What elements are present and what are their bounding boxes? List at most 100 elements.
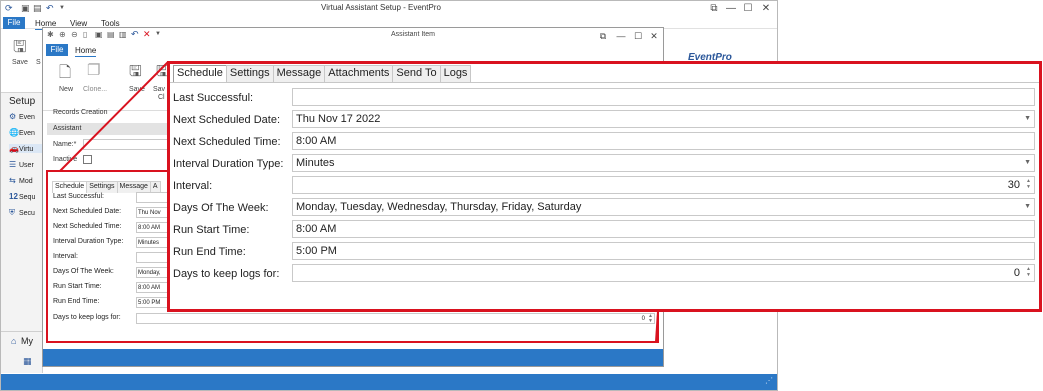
interval-label: Interval: bbox=[173, 180, 213, 192]
save-quick-icon[interactable]: ▣ bbox=[95, 30, 103, 39]
inactive-checkbox[interactable] bbox=[83, 155, 92, 164]
save-icon[interactable]: 🖫 bbox=[129, 61, 142, 86]
name-label: Name:* bbox=[53, 141, 77, 148]
save-all-quick-icon[interactable]: ▤ bbox=[33, 3, 42, 14]
mini-label-next-time: Next Scheduled Time: bbox=[53, 223, 122, 230]
sidebar-item-event-2[interactable]: 🌐Even bbox=[9, 128, 43, 137]
window-title: Virtual Assistant Setup - EventPro bbox=[321, 3, 441, 12]
sidebar-item-label: Sequ bbox=[19, 194, 36, 201]
resize-grip-icon[interactable]: ⋰ bbox=[765, 376, 773, 385]
tab-attachments[interactable]: Attachments bbox=[324, 65, 394, 82]
save-close-button-line2[interactable]: Cl bbox=[158, 94, 165, 101]
save-all-quick-icon[interactable]: ▤ bbox=[107, 30, 115, 39]
tab-logs[interactable]: Logs bbox=[439, 65, 472, 82]
down-icon[interactable]: ⊖ bbox=[71, 30, 78, 39]
home-icon: ⌂ bbox=[11, 336, 17, 346]
undo-icon[interactable]: ↶ bbox=[131, 29, 139, 40]
interval-duration-type-value: Minutes bbox=[296, 157, 335, 169]
minimize-button[interactable]: — bbox=[724, 2, 738, 16]
name-input[interactable] bbox=[83, 139, 173, 150]
close-button[interactable]: ✕ bbox=[759, 2, 773, 16]
run-start-time-field[interactable]: 8:00 AM bbox=[292, 220, 1035, 238]
chevron-down-icon[interactable]: ▼ bbox=[1024, 155, 1031, 171]
close-button[interactable]: ✕ bbox=[647, 29, 661, 43]
interval-duration-type-label: Interval Duration Type: bbox=[173, 158, 284, 170]
chevron-down-icon[interactable]: ▼ bbox=[1024, 199, 1031, 215]
next-scheduled-date-value: Thu Nov 17 2022 bbox=[296, 113, 381, 125]
save-button[interactable]: Save bbox=[129, 86, 145, 93]
restore-icon[interactable]: ⧉ bbox=[596, 29, 610, 43]
next-scheduled-date-field[interactable]: Thu Nov 17 2022 ▼ bbox=[292, 110, 1035, 128]
screenshot-stage: ⟳ ▣ ▤ ↶ ▼ Virtual Assistant Setup - Even… bbox=[0, 0, 1043, 391]
sidebar-item-sequence[interactable]: 12Sequ bbox=[9, 192, 43, 201]
interval-duration-type-select[interactable]: Minutes ▼ bbox=[292, 154, 1035, 172]
sidebar-item-event[interactable]: ⚙ Even bbox=[9, 112, 43, 121]
save-close-button[interactable]: Sav bbox=[153, 86, 165, 93]
mini-field-keep-logs[interactable]: 0 ▲ ▼ bbox=[136, 313, 655, 324]
days-to-keep-logs-label: Days to keep logs for: bbox=[173, 268, 280, 280]
close-icon[interactable]: ✕ bbox=[143, 29, 151, 40]
interval-value: 30 bbox=[1007, 179, 1020, 191]
chevron-down-icon[interactable]: ▼ bbox=[155, 31, 161, 37]
chevron-down-icon[interactable]: ▼ bbox=[59, 3, 65, 14]
sidebar-item-label: Even bbox=[19, 130, 35, 137]
spin-icon[interactable]: ▲ ▼ bbox=[648, 314, 653, 324]
days-of-week-select[interactable]: Monday, Tuesday, Wednesday, Thursday, Fr… bbox=[292, 198, 1035, 216]
document-icon[interactable]: ▯ bbox=[83, 30, 87, 39]
mini-tab-schedule[interactable]: Schedule bbox=[52, 181, 88, 193]
spin-icon[interactable]: ▲ ▼ bbox=[1026, 266, 1031, 278]
save-button-label[interactable]: Save bbox=[12, 59, 28, 66]
interval-stepper[interactable]: 30 ▲ ▼ bbox=[292, 176, 1035, 194]
last-successful-field[interactable] bbox=[292, 88, 1035, 106]
sidebar-item-label: Secu bbox=[19, 210, 35, 217]
run-start-time-label: Run Start Time: bbox=[173, 224, 250, 236]
calendar-icon[interactable]: ▦ bbox=[23, 356, 32, 367]
inner-menubar: File Home bbox=[43, 44, 663, 57]
inactive-label: Inactive bbox=[53, 156, 78, 163]
maximize-button[interactable]: ☐ bbox=[631, 29, 645, 43]
tab-settings[interactable]: Settings bbox=[225, 65, 274, 82]
inner-window-title: Assistant Item bbox=[391, 31, 435, 38]
run-end-time-field[interactable]: 5:00 PM bbox=[292, 242, 1035, 260]
save-close-quick-icon[interactable]: ▥ bbox=[119, 30, 127, 39]
sidebar-item-security[interactable]: ⛨ Secu bbox=[9, 208, 43, 218]
chevron-down-icon[interactable]: ▼ bbox=[1024, 111, 1031, 127]
days-of-week-value: Monday, Tuesday, Wednesday, Thursday, Fr… bbox=[296, 201, 582, 213]
save-close-button-label[interactable]: S bbox=[36, 59, 41, 66]
save-quick-icon[interactable]: ▣ bbox=[21, 3, 30, 14]
sidebar-item-virtual[interactable]: 🚗Virtu bbox=[9, 144, 43, 153]
up-icon[interactable]: ⊕ bbox=[59, 30, 66, 39]
days-to-keep-logs-value: 0 bbox=[1013, 267, 1020, 279]
tab-message[interactable]: Message bbox=[272, 65, 326, 82]
next-scheduled-time-label: Next Scheduled Time: bbox=[173, 136, 281, 148]
mini-label-interval-type: Interval Duration Type: bbox=[53, 238, 124, 245]
inner-titlebar: ✱ ⊕ ⊖ ▯ ▣ ▤ ▥ ↶ ✕ ▼ Assistant Item ⧉ — ☐… bbox=[43, 28, 663, 44]
group-assistant: Assistant bbox=[47, 123, 177, 135]
new-button[interactable]: New bbox=[59, 86, 73, 93]
sidebar-bottom-my[interactable]: ⌂ My bbox=[11, 336, 45, 346]
app-logo-icon: ⟳ bbox=[5, 3, 13, 13]
sidebar-item-user[interactable]: ☰ User bbox=[9, 160, 43, 169]
days-to-keep-logs-stepper[interactable]: 0 ▲ ▼ bbox=[292, 264, 1035, 282]
file-menu[interactable]: File bbox=[3, 17, 25, 29]
file-menu[interactable]: File bbox=[46, 44, 68, 56]
next-scheduled-time-field[interactable]: 8:00 AM bbox=[292, 132, 1035, 150]
sidebar-item-module[interactable]: ⇆ Mod bbox=[9, 176, 43, 185]
tab-schedule[interactable]: Schedule bbox=[173, 65, 227, 82]
gear-icon[interactable]: ✱ bbox=[47, 30, 54, 39]
undo-icon[interactable]: ↶ bbox=[46, 3, 54, 14]
mini-tab-settings[interactable]: Settings bbox=[86, 181, 118, 193]
sidebar-item-label: Virtu bbox=[19, 146, 34, 153]
minimize-button[interactable]: — bbox=[614, 29, 628, 43]
main-status-bar: ⋰ bbox=[1, 374, 777, 390]
new-document-icon[interactable]: 🗋 bbox=[59, 62, 71, 87]
clone-button[interactable]: Clone... bbox=[83, 86, 107, 93]
mini-label-interval: Interval: bbox=[53, 253, 78, 260]
maximize-button[interactable]: ☐ bbox=[741, 2, 755, 16]
clone-icon[interactable]: ❐ bbox=[87, 61, 100, 79]
mini-label-keep-logs: Days to keep logs for: bbox=[53, 314, 121, 321]
restore-icon[interactable]: ⧉ bbox=[707, 2, 721, 16]
setup-sidebar: Setup ⚙ Even 🌐Even 🚗Virtu ☰ User ⇆ Mod 12Se… bbox=[1, 93, 43, 373]
tab-send-to[interactable]: Send To bbox=[392, 65, 441, 82]
spin-icon[interactable]: ▲ ▼ bbox=[1026, 178, 1031, 190]
